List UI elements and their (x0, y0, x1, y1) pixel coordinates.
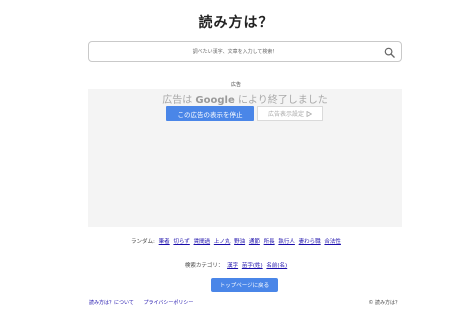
ad-settings-label: 広告表示設定 (267, 111, 304, 118)
play-triangle-icon (306, 110, 312, 117)
random-link[interactable]: 合法性 (324, 239, 341, 245)
back-to-top-button[interactable]: トップページに戻る (211, 278, 278, 292)
ad-container: 広告は Google により終了しました この広告の表示を停止 広告表示設定 (88, 89, 402, 227)
random-link[interactable]: 切らず (173, 239, 189, 245)
google-brand: Google (195, 95, 235, 106)
categories-label: 検索カテゴリ： (184, 263, 224, 269)
about-link[interactable]: 読み方は？について (89, 300, 134, 306)
search-icon (384, 47, 395, 58)
copyright: © 読み方は？ (368, 300, 400, 306)
random-words: ランダム: 筆者 切らず 賃間過 上ノ丸 野油 通節 所長 執行人 妻わら職 合… (0, 237, 472, 245)
search-input[interactable] (95, 42, 375, 61)
random-link[interactable]: 執行人 (278, 239, 295, 245)
random-link[interactable]: 野油 (234, 239, 245, 245)
privacy-policy-link[interactable]: プライバシーポリシー (143, 300, 193, 306)
ad-ended-prefix: 広告は (162, 95, 193, 106)
search-bar (88, 41, 402, 62)
category-link-surname[interactable]: 苗字(姓) (242, 263, 263, 269)
ad-label: 広告 (230, 82, 241, 88)
footer-links: 読み方は？について プライバシーポリシー (89, 299, 201, 306)
ad-ended-message: 広告は Google により終了しました (88, 91, 402, 106)
ad-settings-button[interactable]: 広告表示設定 (257, 106, 323, 121)
category-link-given-name[interactable]: 名前(名) (266, 263, 287, 269)
random-label: ランダム: (131, 239, 155, 245)
ad-ended-suffix: により終了しました (237, 95, 328, 106)
search-button[interactable] (381, 44, 397, 60)
category-link-kanji[interactable]: 漢字 (227, 263, 238, 269)
random-link[interactable]: 所長 (264, 239, 275, 245)
random-link[interactable]: 妻わら職 (299, 239, 321, 245)
random-link[interactable]: 上ノ丸 (214, 239, 231, 245)
search-categories: 検索カテゴリ： 漢字 苗字(姓) 名前(名) (0, 261, 472, 269)
random-link[interactable]: 賃間過 (194, 239, 211, 245)
random-link[interactable]: 通節 (249, 239, 260, 245)
page-title: 読み方は？ (198, 15, 274, 31)
stop-ad-button[interactable]: この広告の表示を停止 (166, 106, 254, 121)
random-link[interactable]: 筆者 (159, 239, 170, 245)
